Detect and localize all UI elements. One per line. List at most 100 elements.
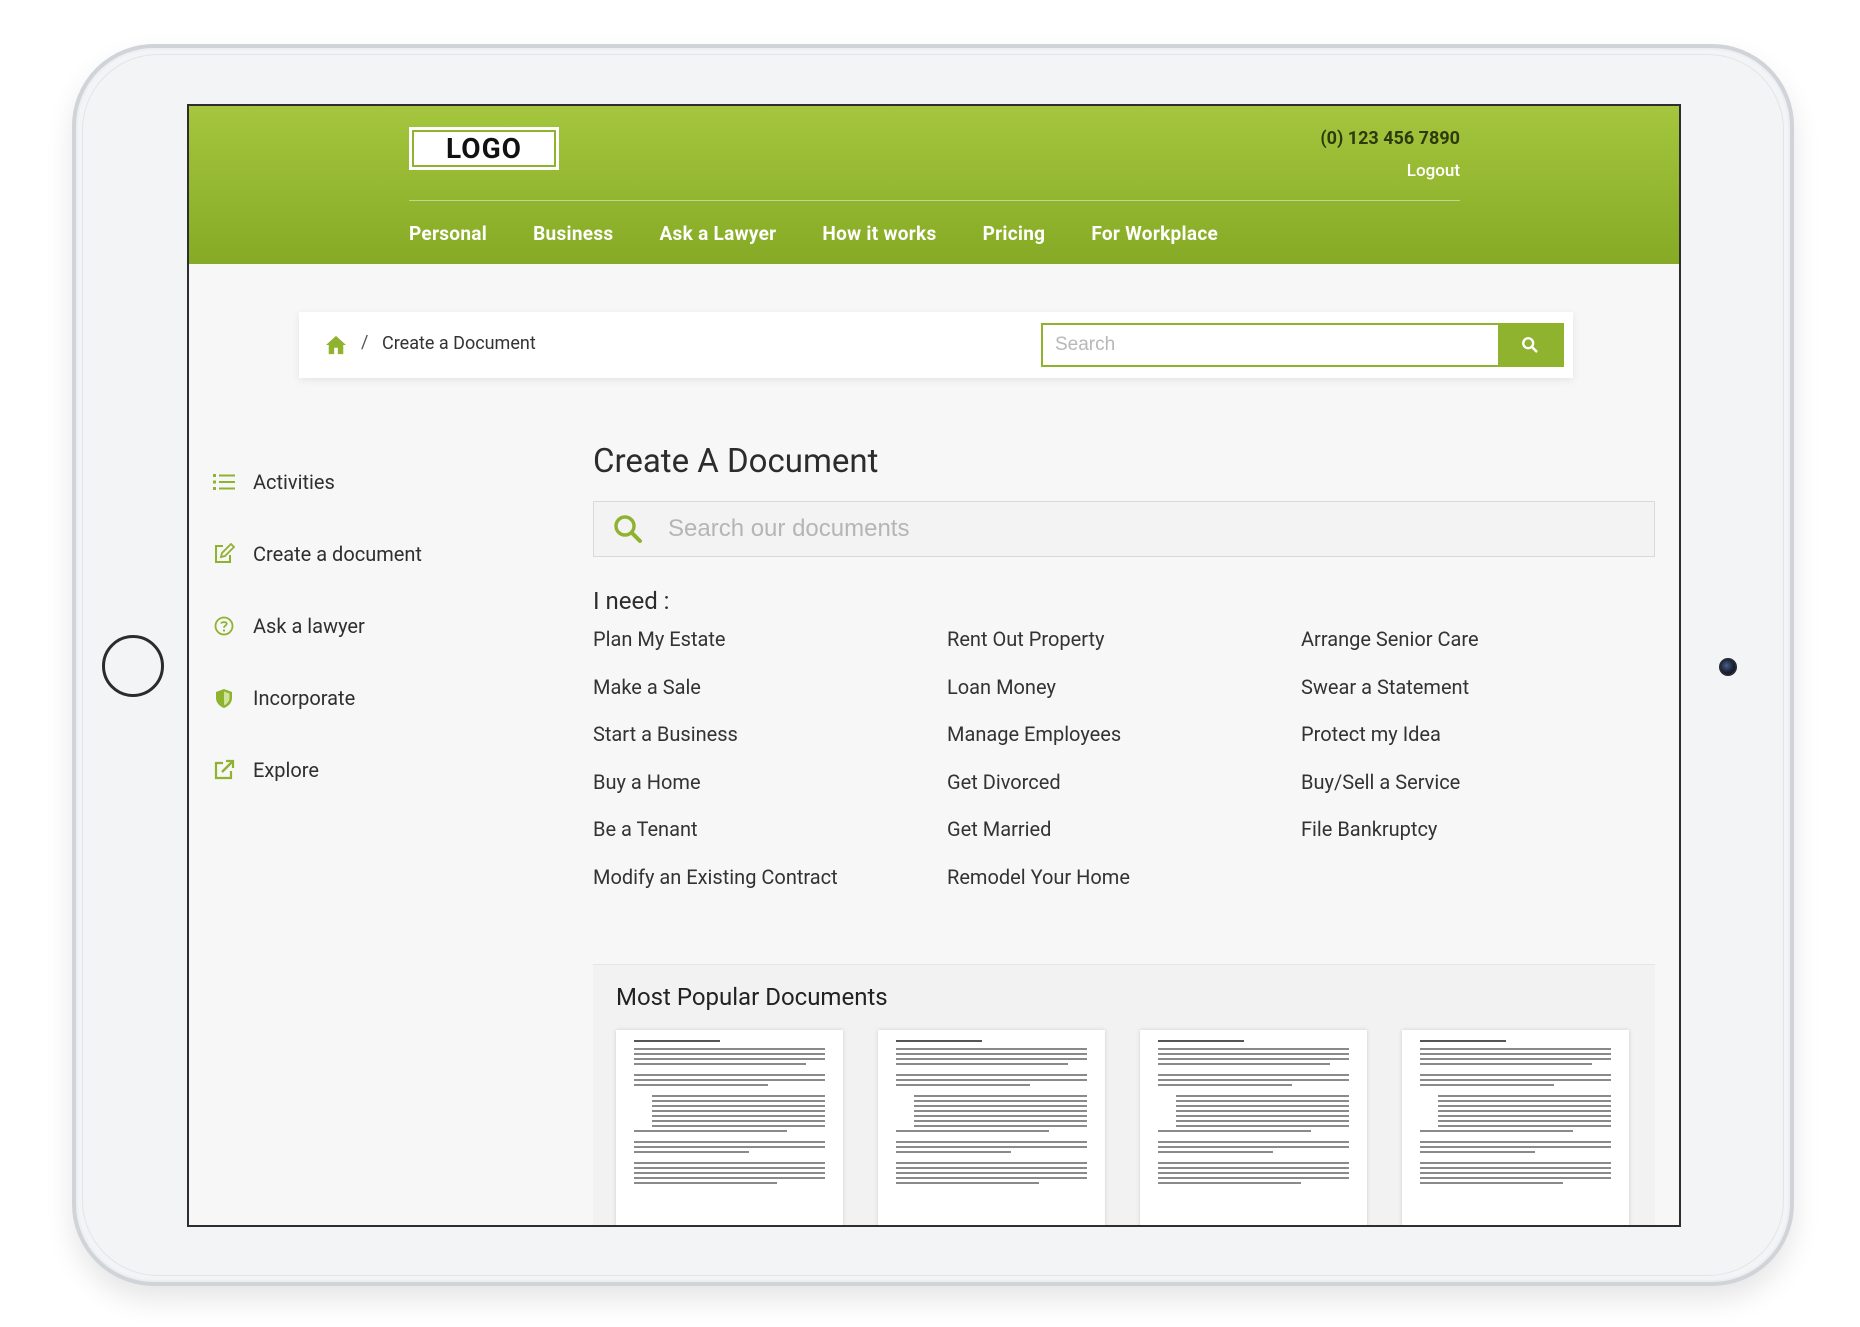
document-thumbnail[interactable] — [878, 1030, 1105, 1225]
thumbnail-text-line — [634, 1048, 825, 1050]
logout-link[interactable]: Logout — [1407, 161, 1460, 181]
need-link[interactable]: Rent Out Property — [947, 627, 1301, 675]
sidebar-item-incorporate[interactable]: Incorporate — [213, 662, 422, 734]
thumbnail-text-line — [634, 1040, 720, 1042]
nav-how-it-works[interactable]: How it works — [822, 222, 936, 245]
thumbnail-text-line — [1420, 1177, 1611, 1179]
breadcrumb-separator: / — [361, 332, 369, 353]
sidebar-item-activities[interactable]: Activities — [213, 446, 422, 518]
thumbnail-text-line — [652, 1100, 825, 1102]
thumbnail-text-line — [896, 1074, 1087, 1076]
sidebar-item-create-document[interactable]: Create a document — [213, 518, 422, 590]
need-link[interactable]: Swear a Statement — [1301, 675, 1655, 723]
sidebar-item-ask-lawyer[interactable]: Ask a lawyer — [213, 590, 422, 662]
thumbnail-text-line — [1176, 1105, 1349, 1107]
thumbnail-text-line — [1158, 1053, 1349, 1055]
thumbnail-text-line — [1176, 1115, 1349, 1117]
thumbnail-text-line — [914, 1110, 1087, 1112]
thumbnail-text-line — [1438, 1095, 1611, 1097]
logo-text: LOGO — [412, 130, 556, 167]
need-link[interactable]: Buy a Home — [593, 770, 947, 818]
sidebar-item-explore[interactable]: Explore — [213, 734, 422, 806]
popular-documents-title: Most Popular Documents — [616, 983, 888, 1011]
tablet-camera — [1719, 658, 1737, 676]
thumbnail-text-line — [1176, 1120, 1349, 1122]
thumbnail-text-line — [634, 1172, 825, 1174]
thumbnail-text-line — [1420, 1162, 1611, 1164]
need-link[interactable]: Get Married — [947, 817, 1301, 865]
nav-business[interactable]: Business — [533, 222, 613, 245]
sidebar-item-label: Incorporate — [253, 686, 356, 710]
site-header: LOGO (0) 123 456 7890 Logout Personal Bu… — [189, 106, 1679, 264]
thumbnail-text-line — [1176, 1100, 1349, 1102]
need-link[interactable]: Start a Business — [593, 722, 947, 770]
document-search-input[interactable] — [668, 515, 1654, 543]
sidebar-item-label: Explore — [253, 758, 319, 782]
thumbnail-text-line — [1438, 1125, 1611, 1127]
site-search-input[interactable] — [1043, 325, 1498, 365]
question-circle-icon — [213, 615, 235, 637]
thumbnail-text-line — [634, 1177, 825, 1179]
need-link[interactable]: Plan My Estate — [593, 627, 947, 675]
site-search-button[interactable] — [1498, 325, 1562, 365]
thumbnail-text-line — [1420, 1167, 1611, 1169]
need-link[interactable]: Buy/Sell a Service — [1301, 770, 1655, 818]
tablet-home-button — [102, 635, 164, 697]
need-link[interactable]: Protect my Idea — [1301, 722, 1655, 770]
thumbnail-text-line — [1158, 1084, 1292, 1086]
need-links: Plan My Estate Rent Out Property Arrange… — [593, 627, 1655, 912]
home-icon[interactable] — [325, 335, 347, 355]
thumbnail-text-line — [1158, 1063, 1330, 1065]
nav-for-workplace[interactable]: For Workplace — [1091, 222, 1218, 245]
thumbnail-text-line — [896, 1063, 1068, 1065]
document-thumbnail[interactable] — [1402, 1030, 1629, 1225]
phone-number: (0) 123 456 7890 — [1320, 128, 1460, 149]
thumbnail-text-line — [634, 1146, 825, 1148]
thumbnail-text-line — [896, 1130, 1049, 1132]
nav-ask-a-lawyer[interactable]: Ask a Lawyer — [659, 222, 776, 245]
thumbnail-text-line — [1420, 1084, 1554, 1086]
nav-pricing[interactable]: Pricing — [983, 222, 1046, 245]
thumbnail-text-line — [1176, 1095, 1349, 1097]
thumbnail-text-line — [914, 1125, 1087, 1127]
i-need-label: I need : — [593, 587, 670, 615]
thumbnail-text-line — [634, 1079, 825, 1081]
need-link[interactable]: Get Divorced — [947, 770, 1301, 818]
main-content: Create A Document I need : Plan My Estat… — [593, 442, 1655, 912]
thumbnail-text-line — [634, 1063, 806, 1065]
need-link[interactable]: Arrange Senior Care — [1301, 627, 1655, 675]
thumbnail-text-line — [1158, 1058, 1349, 1060]
need-link[interactable]: Make a Sale — [593, 675, 947, 723]
need-link[interactable]: Manage Employees — [947, 722, 1301, 770]
thumbnail-text-line — [652, 1125, 825, 1127]
thumbnail-text-line — [896, 1058, 1087, 1060]
edit-icon — [213, 543, 235, 565]
thumbnail-text-line — [634, 1162, 825, 1164]
thumbnail-text-line — [1420, 1146, 1611, 1148]
site-search — [1041, 323, 1564, 367]
thumbnail-text-line — [896, 1162, 1087, 1164]
thumbnail-text-line — [1158, 1182, 1302, 1184]
need-link[interactable]: Loan Money — [947, 675, 1301, 723]
thumbnail-text-line — [652, 1110, 825, 1112]
need-link[interactable]: Modify an Existing Contract — [593, 865, 947, 913]
thumbnail-text-line — [1438, 1105, 1611, 1107]
need-link[interactable]: Remodel Your Home — [947, 865, 1301, 913]
need-link[interactable]: File Bankruptcy — [1301, 817, 1655, 865]
thumbnail-text-line — [896, 1084, 1030, 1086]
need-link[interactable]: Be a Tenant — [593, 817, 947, 865]
thumbnail-text-line — [896, 1053, 1087, 1055]
main-nav: Personal Business Ask a Lawyer How it wo… — [409, 222, 1264, 245]
thumbnail-text-line — [1438, 1100, 1611, 1102]
document-thumbnail[interactable] — [1140, 1030, 1367, 1225]
thumbnail-text-line — [896, 1141, 1087, 1143]
thumbnail-text-line — [1158, 1048, 1349, 1050]
thumbnail-text-line — [1420, 1141, 1611, 1143]
thumbnail-text-line — [1158, 1177, 1349, 1179]
thumbnail-text-line — [896, 1172, 1087, 1174]
thumbnail-text-line — [1158, 1130, 1311, 1132]
document-thumbnail[interactable] — [616, 1030, 843, 1225]
nav-personal[interactable]: Personal — [409, 222, 487, 245]
logo[interactable]: LOGO — [409, 127, 559, 170]
need-link-empty — [1301, 865, 1655, 913]
